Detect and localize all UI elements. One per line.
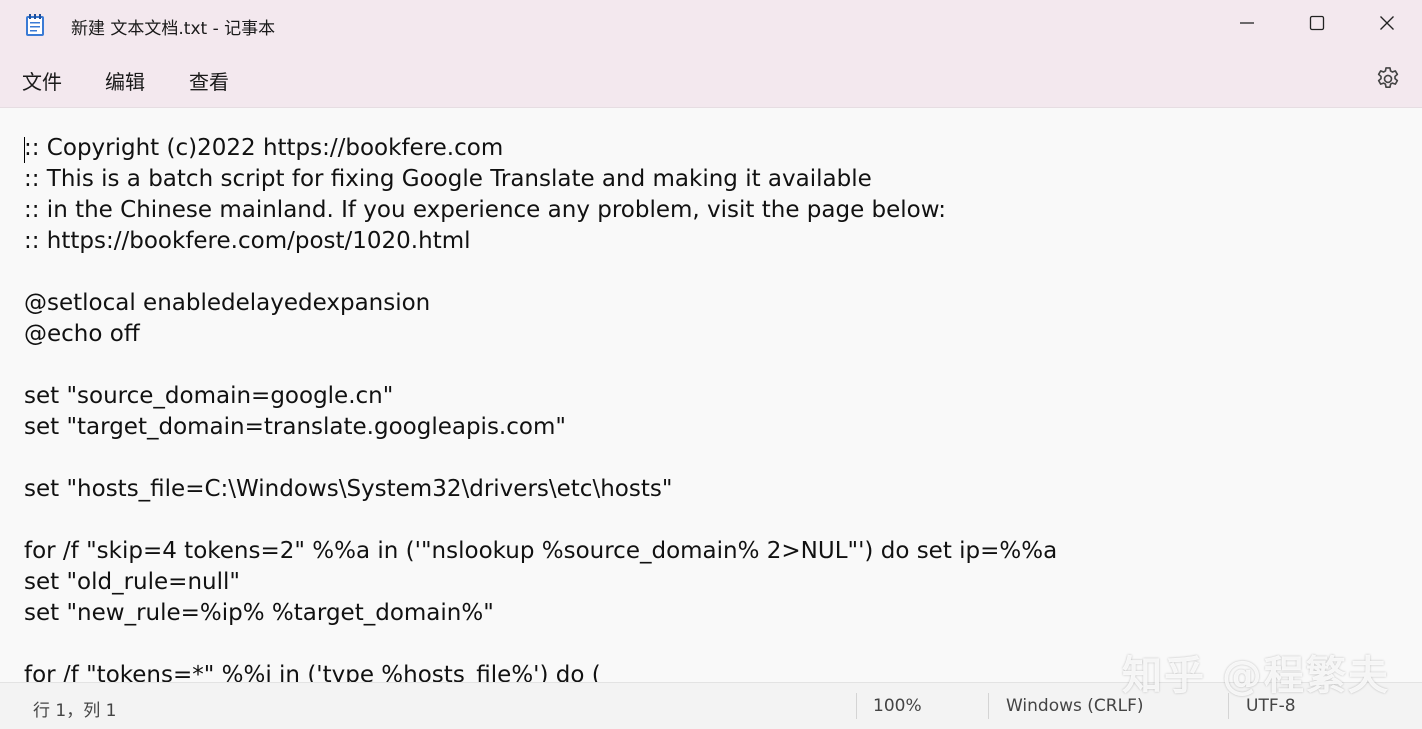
menu-edit[interactable]: 编辑 xyxy=(103,66,147,95)
gear-icon xyxy=(1377,67,1399,88)
zoom-level: 100% xyxy=(873,696,922,716)
text-editor[interactable]: :: Copyright (c)2022 https://bookfere.co… xyxy=(0,108,1422,682)
editor-content[interactable]: :: Copyright (c)2022 https://bookfere.co… xyxy=(24,133,1057,682)
status-divider xyxy=(988,693,989,719)
window-title: 新建 文本文档.txt - 记事本 xyxy=(71,19,276,39)
maximize-icon xyxy=(1309,15,1325,31)
minimize-icon xyxy=(1240,22,1254,24)
menu-bar: 文件 编辑 查看 xyxy=(0,50,1422,108)
close-button[interactable] xyxy=(1352,0,1422,46)
status-divider xyxy=(856,693,857,719)
menu-view[interactable]: 查看 xyxy=(187,66,231,95)
minimize-button[interactable] xyxy=(1212,0,1282,46)
text-caret xyxy=(24,137,25,163)
title-bar[interactable]: 新建 文本文档.txt - 记事本 xyxy=(0,0,1422,50)
settings-button[interactable] xyxy=(1374,65,1402,93)
close-icon xyxy=(1380,16,1394,30)
notepad-icon xyxy=(25,13,45,37)
menu-file[interactable]: 文件 xyxy=(20,66,64,95)
maximize-button[interactable] xyxy=(1282,0,1352,46)
watermark: 知乎 @程繁夫 xyxy=(1122,653,1390,699)
cursor-position: 行 1，列 1 xyxy=(33,701,117,721)
